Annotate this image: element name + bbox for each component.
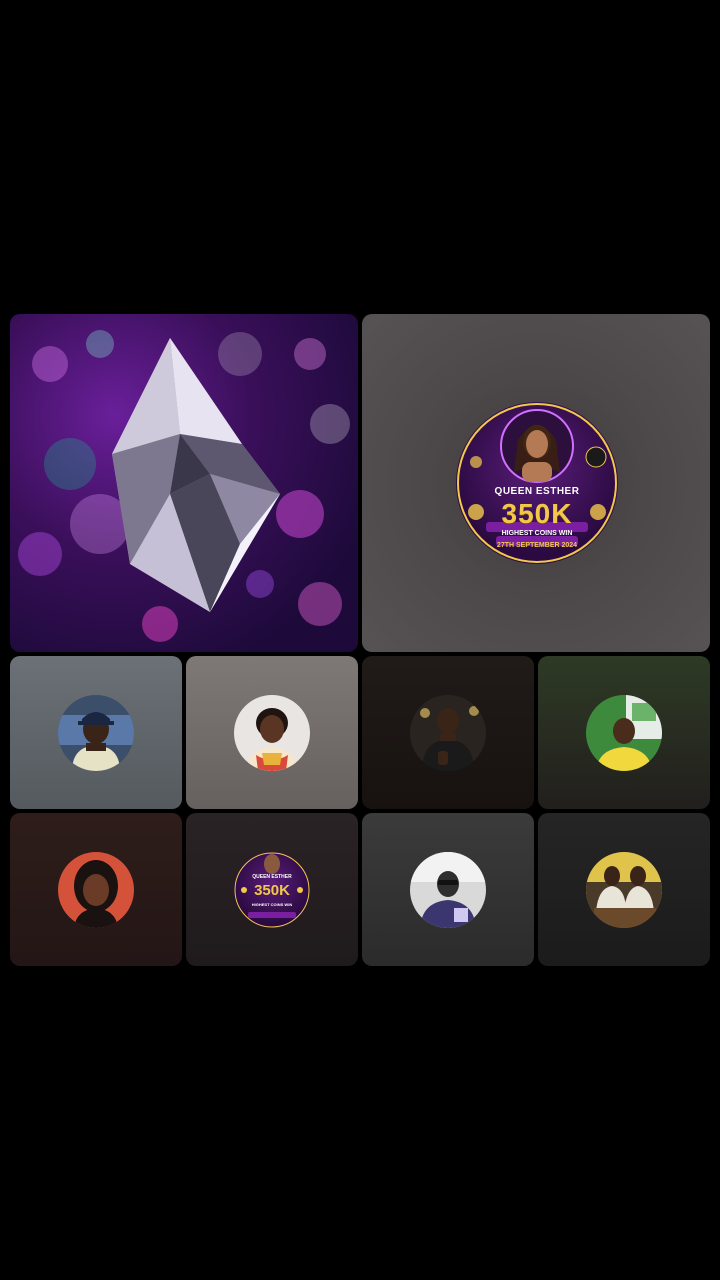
participant-tile[interactable] (362, 656, 534, 809)
participant-tile[interactable] (10, 656, 182, 809)
participant-tile[interactable] (538, 656, 710, 809)
small-banner-name: QUEEN ESTHER (252, 873, 292, 880)
banner-name: QUEEN ESTHER (494, 486, 580, 497)
banner-subtitle: HIGHEST COINS WIN (501, 530, 573, 537)
avatar-man-jersey-icon (410, 694, 486, 771)
portrait-icon (457, 403, 617, 563)
participant-tile[interactable]: QUEEN ESTHER 350K HIGHEST COINS WIN (186, 813, 358, 966)
participant-tile[interactable] (186, 656, 358, 809)
guest-video-tile[interactable]: QUEEN ESTHER 350K HIGHEST COINS WIN 27TH… (362, 314, 710, 652)
banner-target: 350K (501, 498, 573, 529)
banner-date: 27TH SEPTEMBER 2024 (496, 542, 578, 549)
avatar-man-yellow-icon (586, 694, 662, 771)
participant-tile[interactable] (10, 813, 182, 966)
small-banner-target: 350K (254, 881, 290, 899)
queen-esther-banner-avatar: QUEEN ESTHER 350K HIGHEST COINS WIN 27TH… (456, 402, 618, 564)
small-banner-subtitle: HIGHEST COINS WIN (251, 901, 293, 907)
avatar-woman-icon (234, 694, 310, 771)
diamond-gift-icon (18, 330, 350, 642)
participant-tile[interactable] (362, 813, 534, 966)
host-video-tile[interactable] (10, 314, 358, 652)
avatar-group-icon (586, 851, 662, 928)
participant-tile[interactable] (538, 813, 710, 966)
avatar-man-car-icon (410, 851, 486, 928)
multi-guest-live-grid: QUEEN ESTHER 350K HIGHEST COINS WIN 27TH… (0, 0, 720, 1280)
avatar-banner-icon: QUEEN ESTHER 350K HIGHEST COINS WIN (234, 851, 310, 928)
avatar-man-cap-icon (58, 694, 134, 771)
avatar-woman-red-icon (58, 851, 134, 928)
